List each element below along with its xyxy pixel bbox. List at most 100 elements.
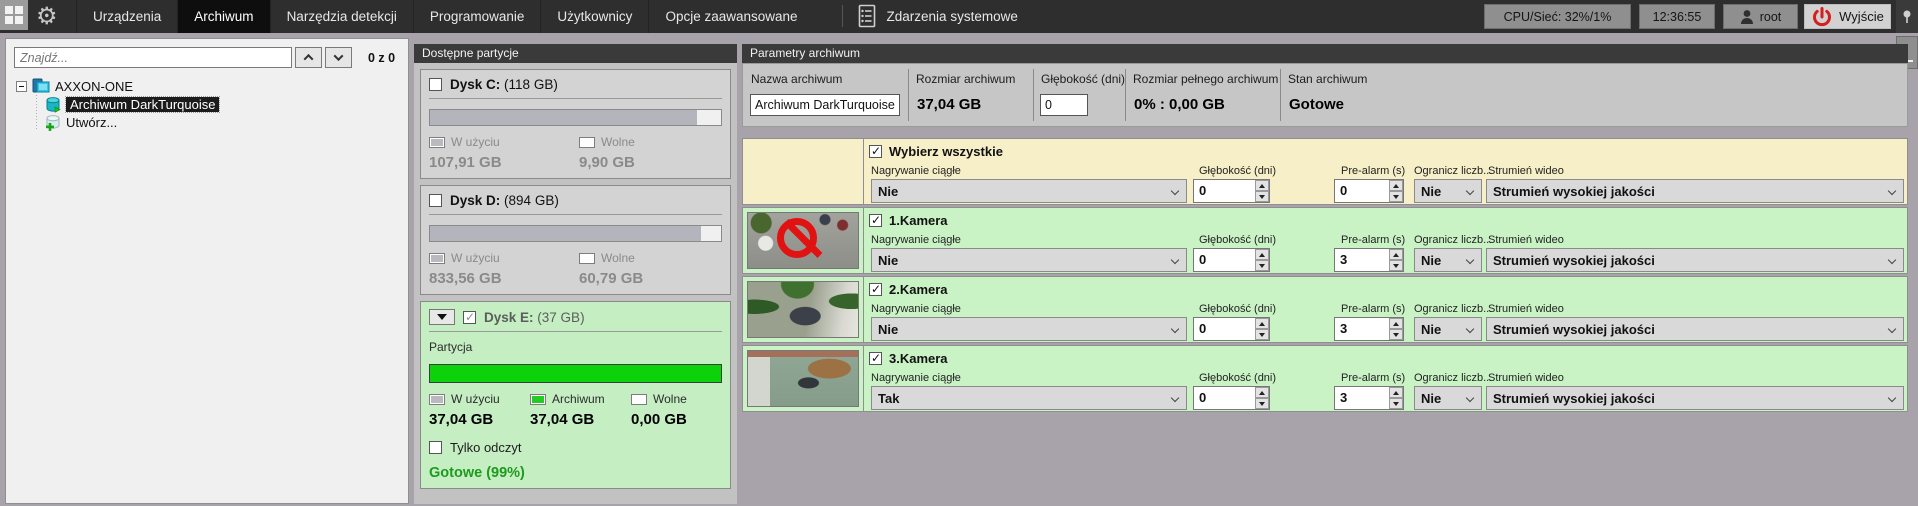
spin-up-button[interactable] [1389,318,1403,329]
camera-row: Wybierz wszystkie Nagrywanie ciągłe Głęb… [742,138,1908,205]
tab-urzadzenia[interactable]: Urządzenia [76,0,177,33]
free-swatch [631,394,647,405]
spin-up-button[interactable] [1255,387,1269,398]
prealarm-spinner[interactable]: 3 [1334,386,1404,410]
disk-d-used-value: 833,56 GB [429,270,579,287]
readonly-checkbox[interactable] [429,441,442,454]
stream-dropdown[interactable]: Strumień wysokiej jakości [1486,248,1904,272]
disk-d-usage-bar [429,225,722,242]
recording-dropdown[interactable]: Nie [871,179,1187,203]
spin-up-button[interactable] [1389,249,1403,260]
depth-column-label: Głębokość (dni) [1199,165,1276,177]
disk-d-checkbox[interactable] [429,194,442,207]
recording-column-label: Nagrywanie ciągłe [871,372,961,384]
spin-up-button[interactable] [1255,180,1269,191]
depth-spinner[interactable]: 0 [1193,179,1270,203]
tab-opcje-zaawansowane[interactable]: Opcje zaawansowane [648,0,813,33]
archive-depth-input[interactable] [1040,94,1088,116]
window-grid-button[interactable] [0,0,28,30]
used-swatch [429,253,445,264]
prealarm-spinner[interactable]: 3 [1334,248,1404,272]
row-checkbox[interactable] [869,145,882,158]
spin-up-button[interactable] [1389,180,1403,191]
tab-narzedzia-detekcji[interactable]: Narzędzia detekcji [270,0,413,33]
tab-uzytkownicy[interactable]: Użytkownicy [540,0,648,33]
row-label: 3.Kamera [889,351,948,366]
spin-down-button[interactable] [1389,191,1403,202]
depth-spinner[interactable]: 0 [1193,248,1270,272]
spin-up-button[interactable] [1255,318,1269,329]
grid-icon [5,6,13,14]
limit-dropdown[interactable]: Nie [1414,386,1482,410]
disk-d-capacity: (894 GB) [504,193,559,208]
limit-column-label: Ogranicz liczb... [1414,234,1492,246]
archive-depth-label: Głębokość (dni) [1041,72,1125,86]
system-events-icon [857,4,877,28]
spin-down-button[interactable] [1389,398,1403,409]
limit-dropdown[interactable]: Nie [1414,248,1482,272]
tree-item-create[interactable]: Utwórz... [45,113,219,131]
disk-e-dropdown-button[interactable] [429,309,455,325]
disk-e-checkbox[interactable] [463,311,476,324]
tab-archiwum[interactable]: Archiwum [177,0,269,33]
limit-dropdown[interactable]: Nie [1414,179,1482,203]
spin-down-button[interactable] [1389,260,1403,271]
disk-c-name: Dysk C: [450,77,500,92]
free-swatch [579,253,595,264]
stream-dropdown[interactable]: Strumień wysokiej jakości [1486,179,1904,203]
clock[interactable]: 12:36:55 [1639,4,1715,29]
tree-root-server[interactable]: AXXON-ONE [16,77,219,95]
cpu-network-status[interactable]: CPU/Sieć: 32%/1% [1484,4,1631,29]
row-checkbox[interactable] [869,352,882,365]
spin-down-button[interactable] [1255,398,1269,409]
row-checkbox[interactable] [869,214,882,227]
recording-dropdown[interactable]: Nie [871,317,1187,341]
tree-item-archive[interactable]: Archiwum DarkTurquoise [45,95,219,113]
spin-down-button[interactable] [1255,260,1269,271]
disk-c-checkbox[interactable] [429,78,442,91]
depth-spinner[interactable]: 0 [1193,386,1270,410]
spin-up-button[interactable] [1389,387,1403,398]
recording-dropdown[interactable]: Tak [871,386,1187,410]
chevron-up-icon [304,54,314,64]
limit-dropdown[interactable]: Nie [1414,317,1482,341]
collapse-expander-icon[interactable] [16,81,27,92]
chevron-down-icon [1171,325,1179,333]
stream-dropdown[interactable]: Strumień wysokiej jakości [1486,386,1904,410]
spin-down-button[interactable] [1389,329,1403,340]
search-input[interactable] [14,47,292,68]
camera-row: 3.Kamera Nagrywanie ciągłe Głębokość (dn… [742,345,1908,412]
tab-programowanie[interactable]: Programowanie [413,0,541,33]
depth-spinner[interactable]: 0 [1193,317,1270,341]
row-checkbox[interactable] [869,283,882,296]
pin-panel-button[interactable] [1896,0,1918,33]
triangle-up-icon [1259,322,1265,326]
archive-name-label: Nazwa archiwum [751,72,842,86]
archive-full-size-label: Rozmiar pełnego archiwum [1133,72,1278,86]
search-next-button[interactable] [325,47,352,68]
spin-down-button[interactable] [1255,191,1269,202]
search-prev-button[interactable] [295,47,322,68]
prealarm-spinner[interactable]: 3 [1334,317,1404,341]
spin-down-button[interactable] [1255,329,1269,340]
recording-dropdown[interactable]: Nie [871,248,1187,272]
stream-column-label: Strumień wideo [1488,303,1564,315]
stream-dropdown[interactable]: Strumień wysokiej jakości [1486,317,1904,341]
row-divider [863,139,864,204]
chevron-down-icon [334,51,344,61]
stream-column-label: Strumień wideo [1488,165,1564,177]
prealarm-spinner[interactable]: 0 [1334,179,1404,203]
depth-column-label: Głębokość (dni) [1199,234,1276,246]
recording-column-label: Nagrywanie ciągłe [871,165,961,177]
tab-zdarzenia-systemowe[interactable]: Zdarzenia systemowe [877,0,1032,33]
partition-label: Partycja [429,340,722,354]
archive-name-input[interactable] [750,94,900,116]
gear-icon[interactable]: ⚙ [36,1,58,32]
user-button[interactable]: root [1723,4,1798,29]
prealarm-column-label: Pre-alarm (s) [1341,165,1405,177]
disk-d-name: Dysk D: [450,193,500,208]
exit-button[interactable]: Wyjście [1804,4,1891,29]
archive-state-label: Stan archiwum [1288,72,1367,86]
depth-column-label: Głębokość (dni) [1199,303,1276,315]
spin-up-button[interactable] [1255,249,1269,260]
